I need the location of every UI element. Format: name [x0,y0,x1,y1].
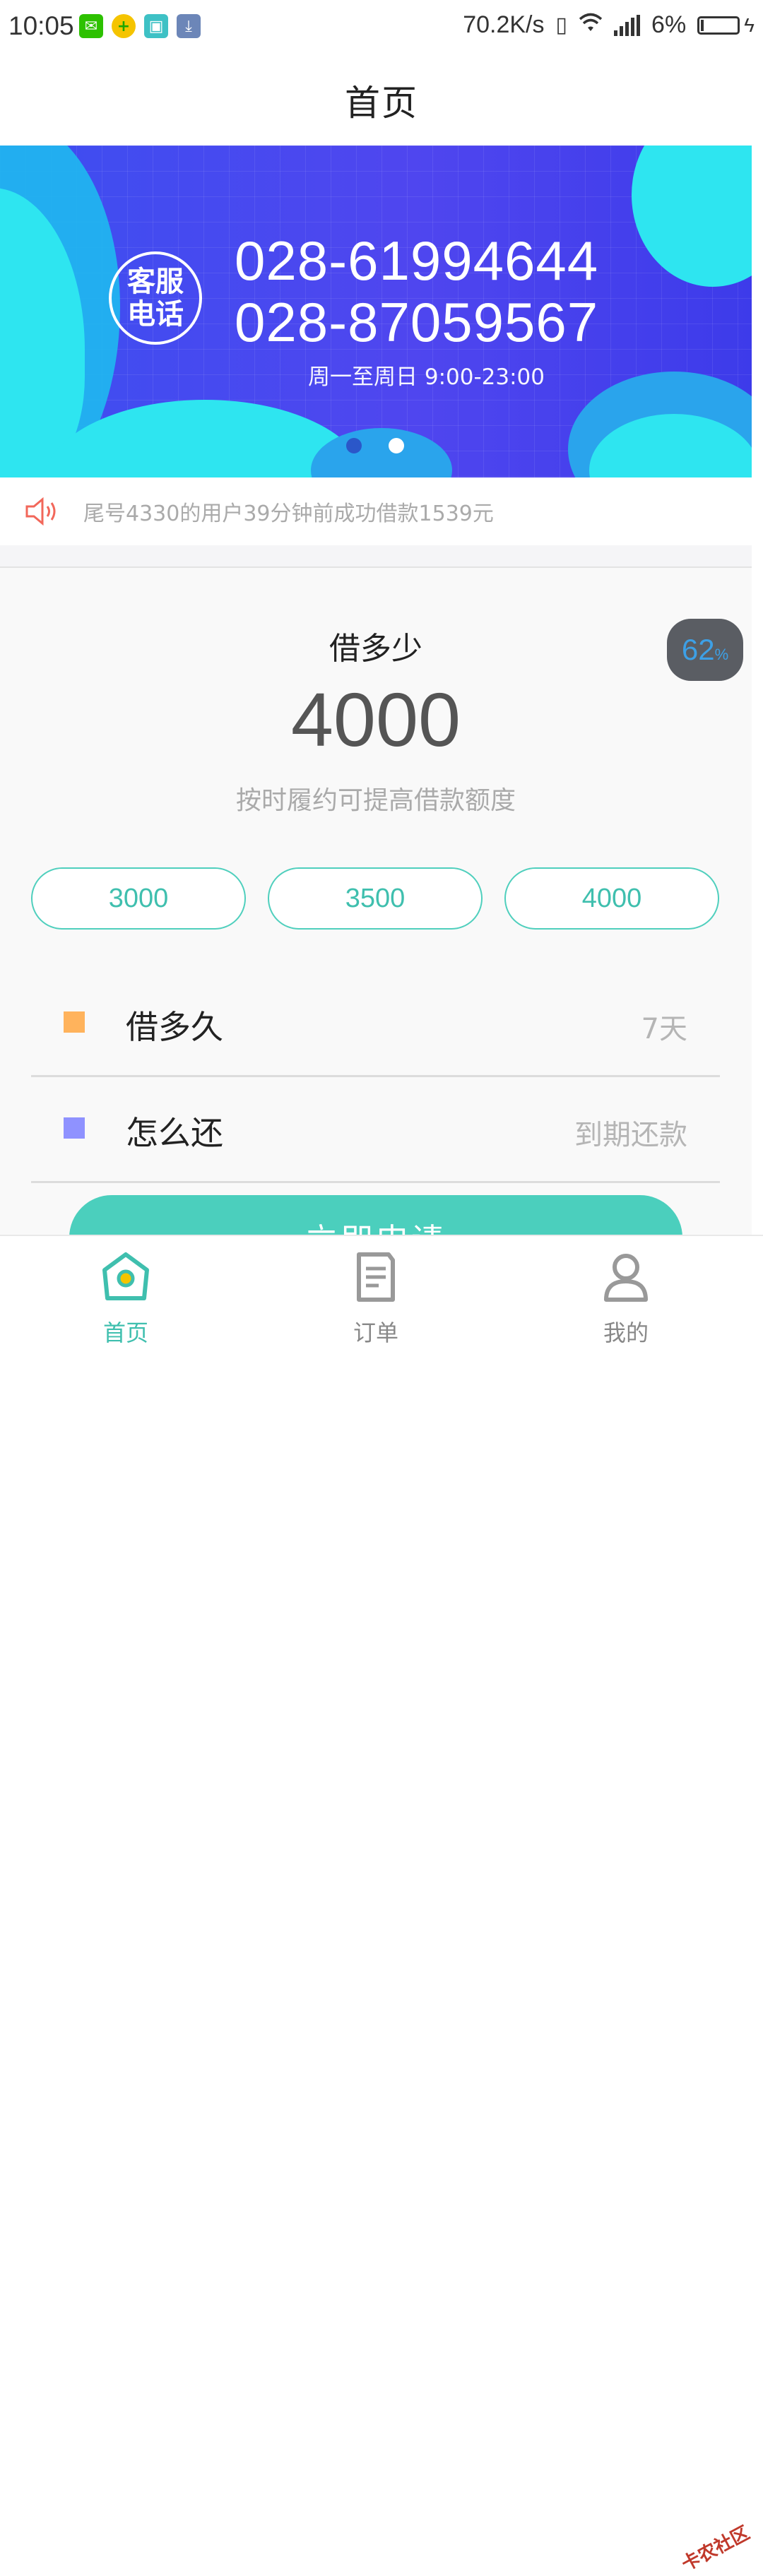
download-icon: ⤓ [177,14,201,38]
page-title: 首页 [345,83,418,124]
home-icon [97,1249,154,1305]
battery-icon [697,16,740,35]
repayment-value: 到期还款 [574,1119,687,1151]
amount-option-4000[interactable]: 4000 [504,867,719,930]
battery-percent: 6% [651,11,687,38]
document-icon [348,1249,404,1305]
status-time: 10:05 [8,11,74,40]
notice-text: 尾号4330的用户39分钟前成功借款1539元 [83,501,494,526]
speaker-icon [24,497,61,526]
amount-option-3000[interactable]: 3000 [31,867,246,930]
pagination-dot[interactable] [346,438,362,453]
status-bar: 10:05 ✉ + ▣ ⤓ 70.2K/s ▯ 6% ϟ [0,0,763,55]
repayment-marker [64,1117,85,1139]
amount-value: 4000 [290,677,461,762]
repayment-label: 怎么还 [126,1114,223,1152]
banner-pagination [346,438,404,453]
scan-icon: ▣ [144,14,168,38]
loan-form: 借多少 62% 4000 按时履约可提高借款额度 3000 3500 4000 … [0,568,752,1280]
wifi-icon [579,11,603,39]
progress-badge: 62% [667,619,743,681]
tab-mine[interactable]: 我的 [562,1236,690,1358]
page-header: 首页 [0,55,763,146]
user-icon [598,1249,654,1305]
wechat-icon: ✉ [79,14,103,38]
bottom-tab-bar: 首页 订单 我的 卡农社区 [0,1235,763,2575]
notification-icons: ✉ + ▣ ⤓ [79,14,201,38]
tab-home-label: 首页 [102,1319,148,1346]
progress-value: 62 [681,633,715,666]
tab-mine-label: 我的 [603,1319,649,1346]
tab-home[interactable]: 首页 [62,1236,189,1358]
loan-notice-ticker: 尾号4330的用户39分钟前成功借款1539元 [0,477,752,545]
amount-options: 3000 3500 4000 [31,867,720,930]
tab-orders[interactable]: 订单 [312,1236,439,1358]
tab-orders-label: 订单 [353,1319,398,1346]
plus-icon: + [112,14,136,38]
section-divider [0,545,752,568]
network-speed: 70.2K/s [463,11,545,38]
hotline-number-1: 028-61994644 [235,230,599,292]
service-hours: 周一至周日 9:00-23:00 [308,364,545,390]
hotline-number-2: 028-87059567 [235,291,599,353]
customer-service-badge: 客服电话 [109,251,202,345]
customer-service-label: 客服电话 [127,266,184,331]
amount-option-3500[interactable]: 3500 [268,867,483,930]
amount-hint: 按时履约可提高借款额度 [235,786,516,815]
amount-label: 借多少 [329,631,422,667]
duration-value: 7天 [641,1013,687,1045]
progress-unit: % [714,646,729,663]
signal-icon [614,14,641,36]
vibrate-icon: ▯ [555,13,568,37]
watermark: 卡农社区 [678,2522,754,2576]
duration-marker [64,1011,85,1033]
pagination-dot-active[interactable] [389,438,404,453]
charging-icon: ϟ [744,13,755,36]
duration-label: 借多久 [126,1008,223,1046]
status-right: 70.2K/s ▯ 6% ϟ [463,11,755,39]
loan-duration-row[interactable]: 借多久 7天 [31,969,720,1077]
promo-banner[interactable]: 客服电话 028-61994644 028-87059567 周一至周日 9:0… [0,146,752,477]
repayment-method-row[interactable]: 怎么还 到期还款 [31,1075,720,1183]
